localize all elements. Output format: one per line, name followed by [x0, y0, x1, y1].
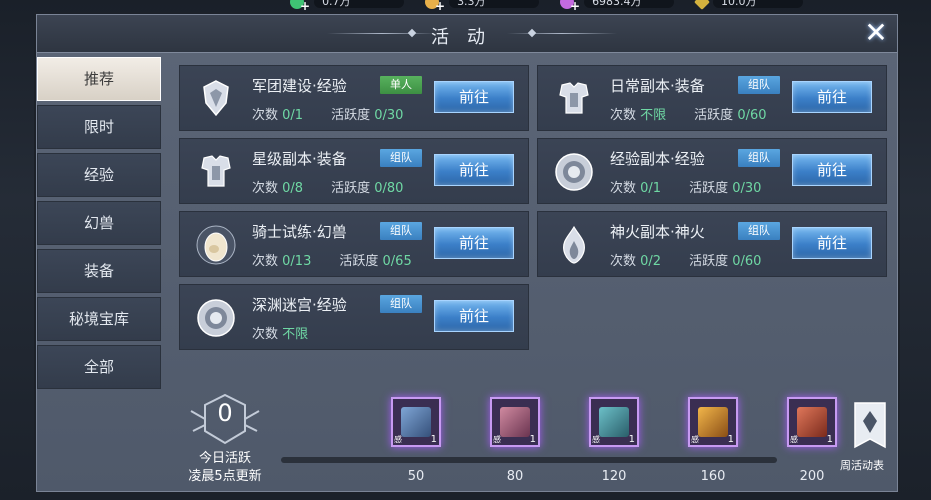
- resource-item: + 3.3万: [425, 0, 540, 13]
- tab-experience[interactable]: 经验: [37, 153, 161, 197]
- diamond-icon: [694, 0, 710, 10]
- mode-badge: 组队: [380, 295, 422, 313]
- chest-icon: [698, 407, 728, 437]
- activity-name: 神火副本·神火: [610, 223, 705, 241]
- activity-stats: 次数 0/1 活跃度 0/30: [252, 108, 404, 123]
- resource-item: + 6983.4万: [560, 0, 675, 13]
- go-button[interactable]: 前往: [792, 227, 872, 259]
- refresh-note: 凌晨5点更新: [188, 469, 262, 484]
- resource-item: 10.0万: [694, 0, 803, 10]
- activity-name: 星级副本·装备: [252, 150, 347, 168]
- armor-icon: [559, 82, 589, 114]
- weekly-schedule-icon[interactable]: [845, 399, 895, 455]
- go-button[interactable]: 前往: [434, 154, 514, 186]
- reward-chest-200[interactable]: 感 1: [787, 397, 837, 447]
- activity-list: 军团建设·经验 单人 次数 0/1 活跃度 0/30 前往 日常副本·装备 组队 …: [169, 59, 891, 367]
- activity-name: 军团建设·经验: [252, 77, 347, 95]
- egg-icon: [196, 225, 236, 265]
- resource-bar: + 0.7万 + 3.3万 + 6983.4万 10.0万: [280, 0, 820, 13]
- armor-icon: [201, 155, 231, 187]
- activity-points-value: 0: [217, 399, 233, 427]
- activity-panel: 活动 ✕ 推荐 限时 经验 幻兽 装备 秘境宝库 全部 军团建设·经验 单人 次…: [36, 14, 898, 492]
- mode-badge: 组队: [380, 222, 422, 240]
- title-bar: 活动 ✕: [37, 15, 897, 53]
- mode-badge: 组队: [738, 222, 780, 240]
- tab-secret-vault[interactable]: 秘境宝库: [37, 297, 161, 341]
- tab-all[interactable]: 全部: [37, 345, 161, 389]
- mode-badge: 组队: [738, 149, 780, 167]
- go-button[interactable]: 前往: [792, 154, 872, 186]
- page-title: 活动: [431, 27, 503, 48]
- category-tabs: 推荐 限时 经验 幻兽 装备 秘境宝库 全部: [37, 57, 161, 393]
- go-button[interactable]: 前往: [434, 227, 514, 259]
- activity-stats: 次数 0/13 活跃度 0/65: [252, 254, 412, 269]
- chest-icon: [401, 407, 431, 437]
- activity-card: 星级副本·装备 组队 次数 0/8 活跃度 0/80 前往: [179, 138, 529, 204]
- tab-recommended[interactable]: 推荐: [37, 57, 161, 101]
- title-ornament: [507, 33, 617, 34]
- armor-crest-icon: [203, 80, 229, 117]
- plus-icon[interactable]: +: [570, 0, 580, 13]
- activity-stats: 次数 0/2 活跃度 0/60: [610, 254, 762, 269]
- go-button[interactable]: 前往: [434, 300, 514, 332]
- close-icon[interactable]: ✕: [861, 19, 891, 49]
- activity-points-label: 今日活跃: [198, 451, 251, 466]
- chest-icon: [500, 407, 530, 437]
- activity-stats: 次数 0/8 活跃度 0/80: [252, 181, 404, 196]
- resource-item: + 0.7万: [290, 0, 405, 13]
- activity-name: 骑士试练·幻兽: [252, 223, 347, 241]
- chest-threshold: 160: [700, 469, 726, 484]
- activity-name: 深渊迷宫·经验: [252, 296, 347, 314]
- exp-medal-icon: [197, 299, 235, 337]
- tab-limited[interactable]: 限时: [37, 105, 161, 149]
- chest-threshold: 50: [407, 469, 425, 484]
- activity-name: 经验副本·经验: [610, 150, 705, 168]
- activity-stats: 次数 0/1 活跃度 0/30: [610, 181, 762, 196]
- chest-threshold: 120: [601, 469, 627, 484]
- activity-stats: 次数 不限: [252, 327, 309, 342]
- activity-screen: + 0.7万 + 3.3万 + 6983.4万 10.0万 活动 ✕ 推荐 限时: [0, 0, 931, 500]
- activity-progress-track: [281, 457, 777, 463]
- chest-icon: [599, 407, 629, 437]
- reward-chest-160[interactable]: 感 1: [688, 397, 738, 447]
- plus-icon[interactable]: +: [435, 0, 445, 13]
- activity-card: 骑士试练·幻兽 组队 次数 0/13 活跃度 0/65 前往: [179, 211, 529, 277]
- go-button[interactable]: 前往: [434, 81, 514, 113]
- activity-card: 经验副本·经验 组队 次数 0/1 活跃度 0/30 前往: [537, 138, 887, 204]
- chest-icon: [797, 407, 827, 437]
- mode-badge: 单人: [380, 76, 422, 94]
- activity-card: 神火副本·神火 组队 次数 0/2 活跃度 0/60 前往: [537, 211, 887, 277]
- exp-medal-icon: [555, 153, 593, 191]
- tab-equipment[interactable]: 装备: [37, 249, 161, 293]
- mode-badge: 组队: [380, 149, 422, 167]
- plus-icon[interactable]: +: [300, 0, 310, 13]
- activity-card: 日常副本·装备 组队 次数 不限 活跃度 0/60 前往: [537, 65, 887, 131]
- activity-stats: 次数 不限 活跃度 0/60: [610, 108, 767, 123]
- mode-badge: 组队: [738, 76, 780, 94]
- activity-card: 深渊迷宫·经验 组队 次数 不限 前往: [179, 284, 529, 350]
- reward-chest-80[interactable]: 感 1: [490, 397, 540, 447]
- chest-threshold: 80: [506, 469, 524, 484]
- activity-name: 日常副本·装备: [610, 77, 705, 95]
- reward-chest-50[interactable]: 感 1: [391, 397, 441, 447]
- weekly-schedule-label[interactable]: 周活动表: [827, 457, 897, 473]
- activity-card: 军团建设·经验 单人 次数 0/1 活跃度 0/30 前往: [179, 65, 529, 131]
- reward-chest-120[interactable]: 感 1: [589, 397, 639, 447]
- tab-beasts[interactable]: 幻兽: [37, 201, 161, 245]
- flame-icon: [563, 225, 585, 264]
- daily-activity-rewards: 0 今日活跃 凌晨5点更新 感 1 50 感 1 80 感 1 120 感 1 …: [173, 375, 895, 489]
- go-button[interactable]: 前往: [792, 81, 872, 113]
